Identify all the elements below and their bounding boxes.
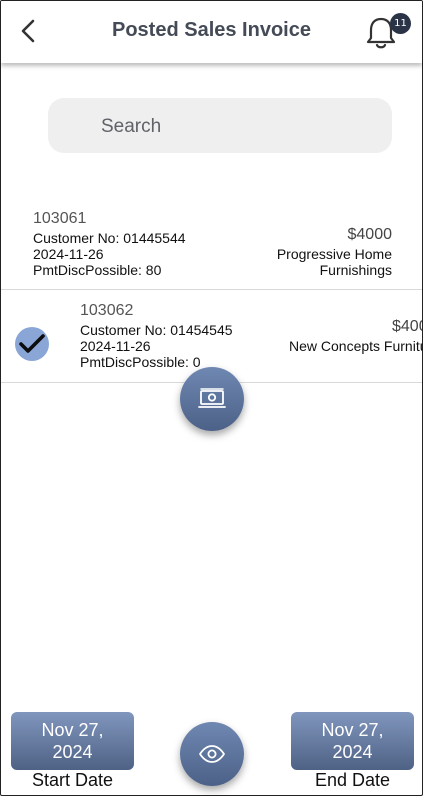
invoice-number: 103062	[80, 302, 134, 319]
end-date-caption: End Date	[314, 770, 391, 790]
page-title: Posted Sales Invoice	[112, 19, 311, 41]
money-icon	[198, 388, 226, 408]
customer-number: Customer No: 01454545	[80, 322, 233, 338]
end-date-button[interactable]: Nov 27, 2024	[291, 712, 414, 770]
invoice-date: 2024-11-26	[80, 338, 151, 354]
search-input[interactable]	[99, 98, 383, 155]
eye-icon	[199, 745, 225, 763]
pmt-disc-possible: PmtDiscPossible: 80	[33, 262, 162, 278]
pmt-disc-possible: PmtDiscPossible: 0	[80, 354, 201, 370]
customer-name-line2: Furnishings	[319, 262, 392, 278]
start-date-line2: 2024	[52, 742, 93, 762]
start-date-line1: Nov 27,	[41, 720, 104, 740]
customer-name-line1: Progressive Home	[276, 246, 392, 262]
end-date-line1: Nov 27,	[321, 720, 384, 740]
customer-number: Customer No: 01445544	[33, 230, 186, 246]
payment-button[interactable]	[180, 367, 244, 431]
notification-badge: 11	[390, 13, 411, 34]
view-button[interactable]	[180, 722, 244, 786]
app-header: Posted Sales Invoice 11	[1, 1, 422, 63]
invoice-amount: $4000	[392, 318, 422, 335]
notifications-button[interactable]: 11	[363, 13, 413, 53]
customer-name-line1: New Concepts Furniture	[289, 338, 422, 354]
end-date-line2: 2024	[332, 742, 373, 762]
invoice-number: 103061	[33, 210, 87, 227]
start-date-button[interactable]: Nov 27, 2024	[11, 712, 134, 770]
start-date-caption: Start Date	[31, 770, 114, 790]
checkmark-icon	[19, 334, 45, 353]
selected-checkbox[interactable]	[15, 327, 49, 361]
app-frame: Posted Sales Invoice 11 103061 Customer …	[0, 0, 423, 796]
invoice-list-item[interactable]: 103061 Customer No: 01445544 2024-11-26 …	[1, 201, 422, 290]
search-box	[48, 98, 392, 155]
invoice-amount: $4000	[347, 226, 393, 243]
invoice-date: 2024-11-26	[33, 246, 104, 262]
